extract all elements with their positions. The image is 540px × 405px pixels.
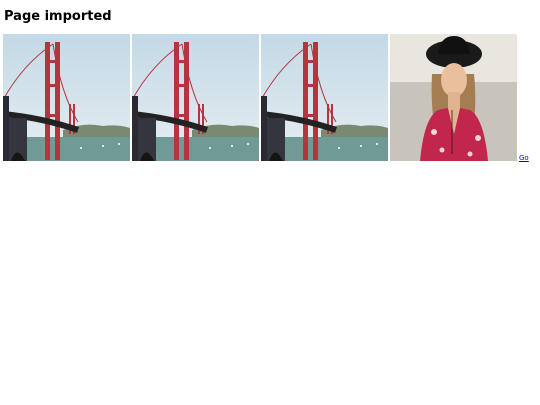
portrait-photo[interactable] [390, 34, 517, 161]
bridge-photo-2[interactable] [132, 34, 259, 161]
bridge-photo-3[interactable] [261, 34, 388, 161]
page-title: Page imported [4, 9, 112, 24]
bridge-photo-1[interactable] [3, 34, 130, 161]
portrait-photo-icon [390, 34, 517, 161]
go-link[interactable]: Go [519, 154, 529, 162]
imported-page: Page imported Go [0, 0, 540, 405]
bridge-photo-icon [132, 34, 259, 161]
bridge-photo-icon [3, 34, 130, 161]
bridge-photo-icon [261, 34, 388, 161]
